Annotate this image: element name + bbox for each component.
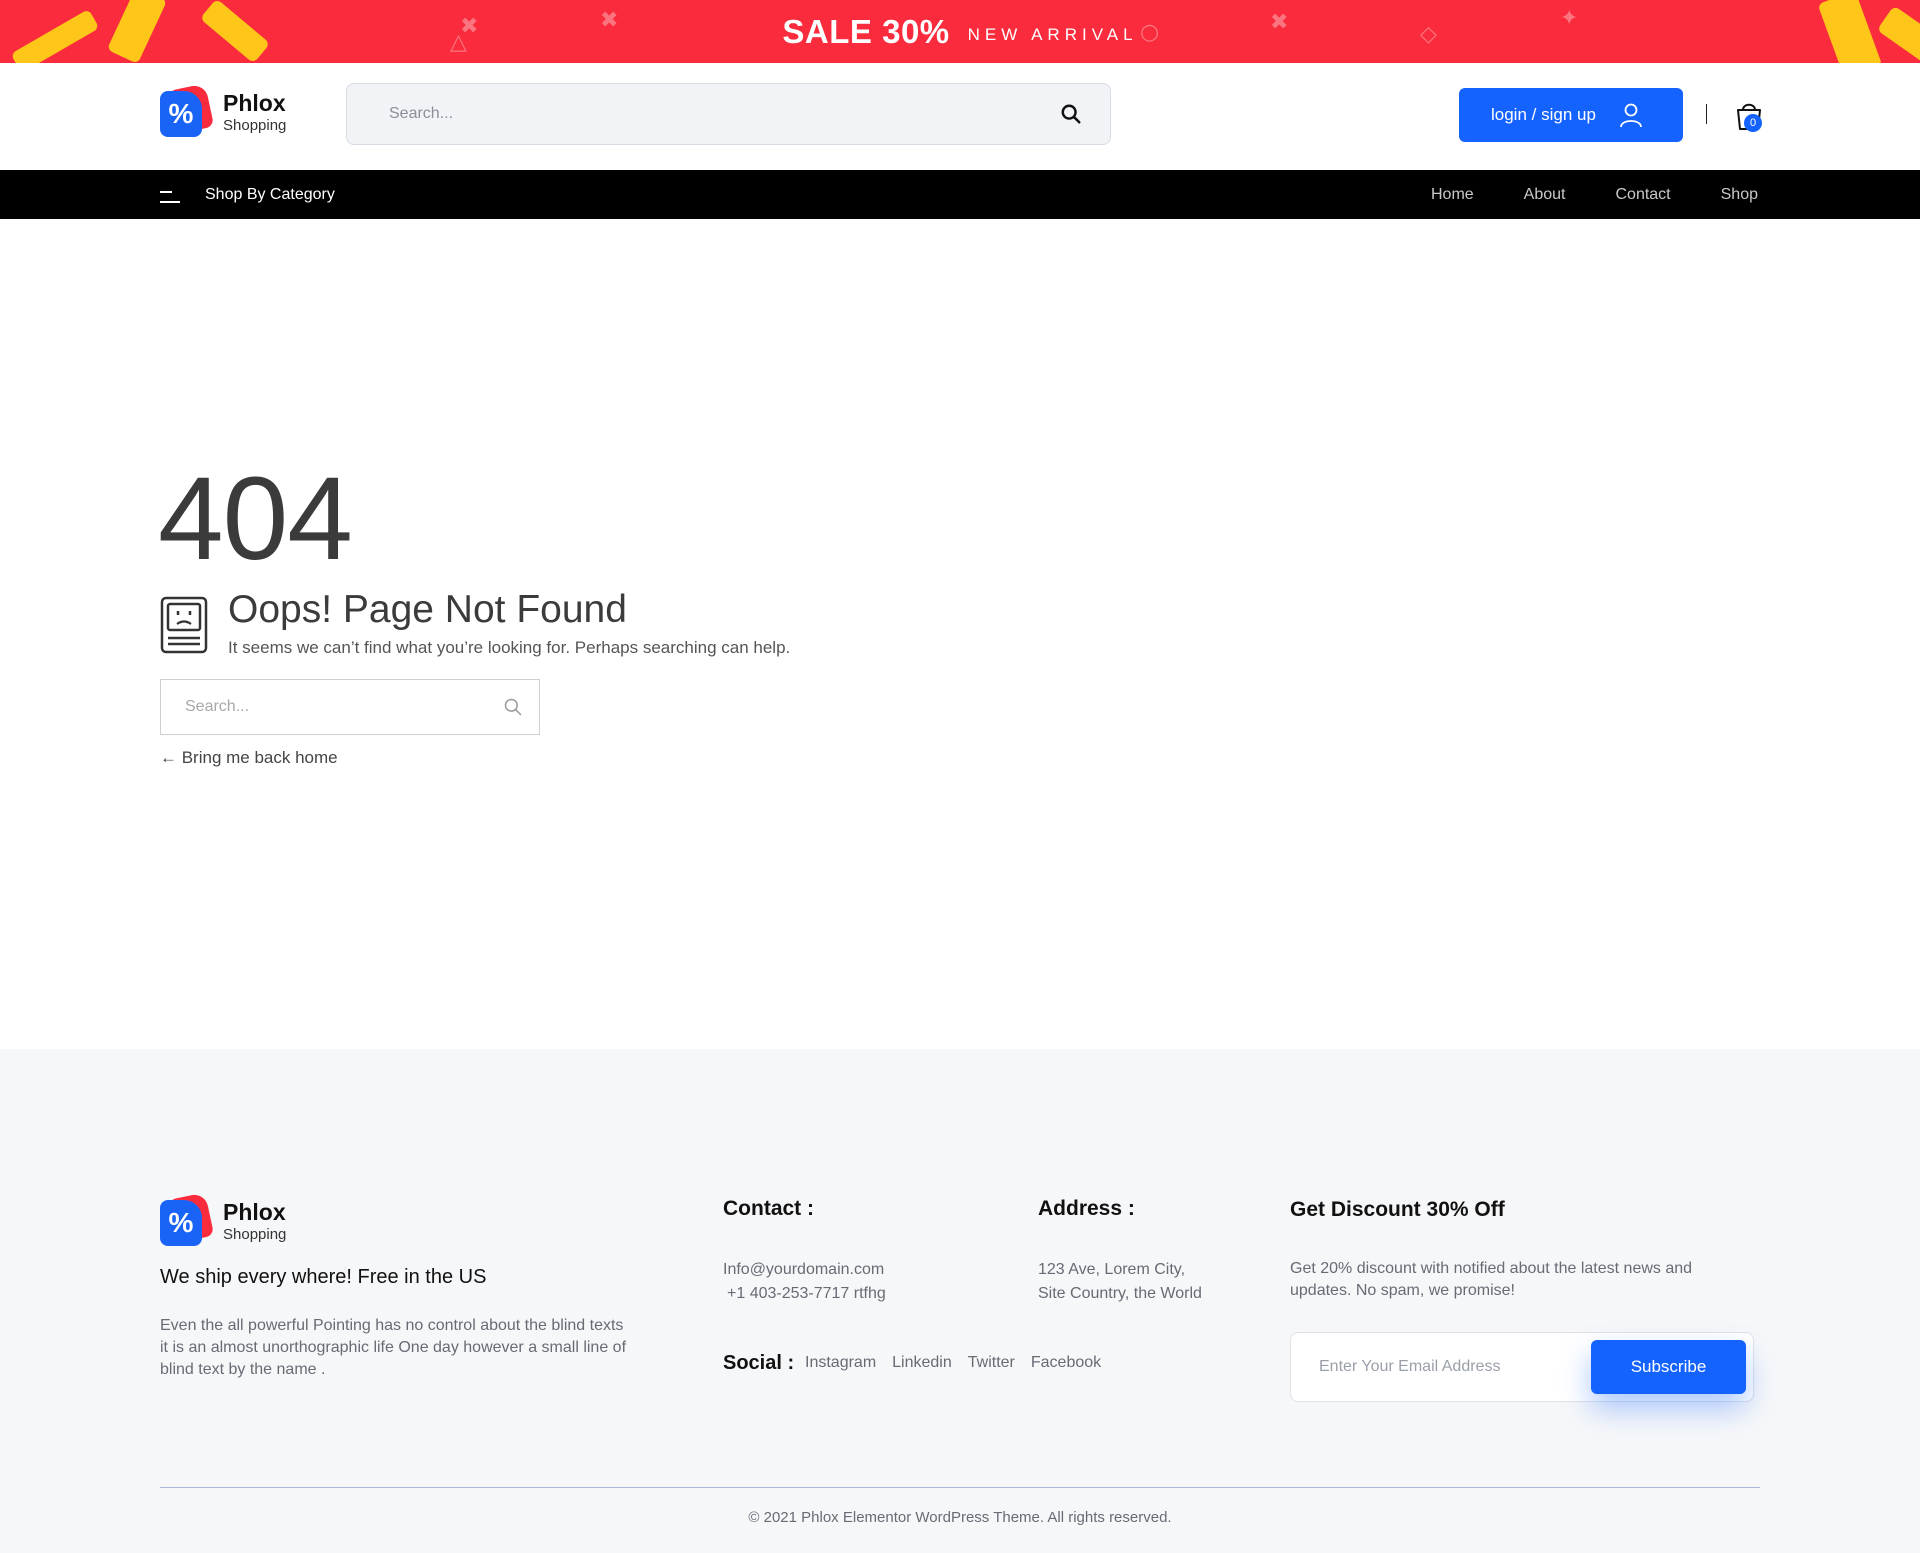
confetti-decoration: ○ <box>1140 20 1160 45</box>
ribbon-decoration <box>10 8 100 63</box>
logo-text: Phlox Shopping <box>223 89 287 134</box>
logo-tag-front: % <box>160 91 202 137</box>
main-navbar: Shop By Category Home About Contact Shop <box>0 170 1920 219</box>
login-signup-button[interactable]: login / sign up <box>1459 88 1683 142</box>
nav-links: Home About Contact Shop <box>1381 170 1758 219</box>
ribbon-decoration <box>1876 5 1920 63</box>
hamburger-icon <box>160 190 180 205</box>
error-message: It seems we can’t find what you’re looki… <box>228 638 791 657</box>
header-search-input[interactable] <box>347 84 1007 144</box>
copyright-text: © 2021 Phlox Elementor WordPress Theme. … <box>748 1509 1172 1526</box>
confetti-decoration: ◇ <box>1420 22 1437 47</box>
search-icon[interactable] <box>503 697 523 717</box>
hamburger-line <box>160 190 172 193</box>
contact-heading: Contact : <box>723 1197 814 1220</box>
sad-computer-icon <box>160 596 208 654</box>
ribbon-decoration <box>199 0 271 63</box>
shop-by-category-label: Shop By Category <box>205 185 335 203</box>
discount-text: Get 20% discount with notified about the… <box>1290 1260 1693 1299</box>
social-links: Instagram Linkedin Twitter Facebook <box>805 1354 1117 1372</box>
site-header: % Phlox Shopping login / sign up 0 <box>0 63 1920 170</box>
social-link-instagram[interactable]: Instagram <box>805 1354 876 1372</box>
contact-email[interactable]: Info@yourdomain.com <box>723 1258 884 1282</box>
logo-tag-icon: % <box>160 1192 215 1246</box>
logo-tag-icon: % <box>160 83 215 137</box>
error-title: Oops! Page Not Found <box>228 588 627 631</box>
user-icon <box>1620 103 1642 128</box>
social-link-linkedin[interactable]: Linkedin <box>892 1354 952 1372</box>
back-home-link[interactable]: ← Bring me back home <box>160 748 338 768</box>
shop-by-category-button[interactable]: Shop By Category <box>160 170 335 219</box>
promo-title: SALE 30% <box>782 12 950 50</box>
footer-logo[interactable]: % Phlox Shopping <box>160 1192 287 1246</box>
logo-name: Phlox <box>223 89 286 116</box>
social-link-facebook[interactable]: Facebook <box>1031 1354 1101 1372</box>
logo-tagline: Shopping <box>223 1225 287 1243</box>
logo-tagline: Shopping <box>223 116 287 134</box>
header-divider <box>1706 104 1707 124</box>
confetti-decoration: ✖ <box>600 8 619 33</box>
hamburger-line <box>160 200 180 203</box>
nav-link-about[interactable]: About <box>1524 186 1566 204</box>
promo-banner: ✖ ✖ △ ○ ✖ ◇ ✦ SALE 30% NEW ARRIVAL <box>0 0 1920 63</box>
cart-count-badge: 0 <box>1744 114 1762 132</box>
promo-subtitle: NEW ARRIVAL <box>967 24 1138 44</box>
contact-phone: +1 403-253-7717 rtfhg <box>727 1285 886 1302</box>
footer-description: Even the all powerful Pointing has no co… <box>160 1317 627 1378</box>
error-code: 404 <box>158 453 353 585</box>
social-label: Social : <box>723 1352 795 1374</box>
address-heading: Address : <box>1038 1197 1135 1220</box>
logo-text: Phlox Shopping <box>223 1198 287 1243</box>
footer-ship-title: We ship every where! Free in the US <box>160 1266 487 1288</box>
search-icon[interactable] <box>1060 103 1082 125</box>
logo-tag-front: % <box>160 1200 202 1246</box>
site-logo[interactable]: % Phlox Shopping <box>160 83 287 137</box>
error-search-input[interactable] <box>161 680 481 734</box>
subscribe-email-input[interactable] <box>1291 1333 1581 1401</box>
confetti-decoration: △ <box>450 30 467 55</box>
address-line-2: Site Country, the World <box>1038 1285 1202 1302</box>
confetti-decoration: ✖ <box>1270 10 1289 35</box>
header-search <box>346 83 1111 145</box>
error-search-box <box>160 679 540 735</box>
discount-heading: Get Discount 30% Off <box>1290 1198 1505 1221</box>
nav-link-shop[interactable]: Shop <box>1721 186 1758 204</box>
footer-divider <box>160 1487 1760 1488</box>
nav-link-home[interactable]: Home <box>1431 186 1474 204</box>
ribbon-decoration <box>106 0 168 63</box>
logo-name: Phlox <box>223 1198 286 1225</box>
subscribe-button[interactable]: Subscribe <box>1591 1340 1746 1394</box>
nav-link-contact[interactable]: Contact <box>1615 186 1670 204</box>
address-line-1: 123 Ave, Lorem City, <box>1038 1261 1186 1278</box>
ribbon-decoration <box>1817 0 1883 63</box>
login-signup-label: login / sign up <box>1491 105 1596 124</box>
social-link-twitter[interactable]: Twitter <box>968 1354 1015 1372</box>
confetti-decoration: ✦ <box>1560 6 1579 31</box>
